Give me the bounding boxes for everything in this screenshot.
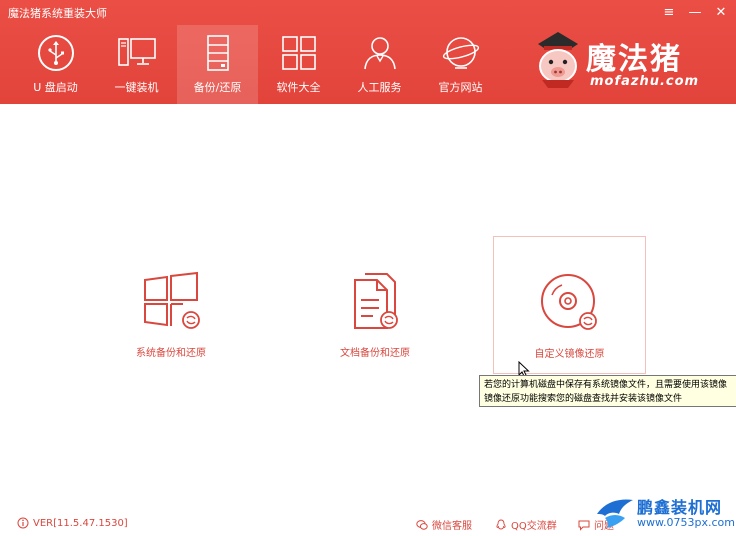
grid-icon	[281, 36, 316, 70]
person-icon	[363, 37, 396, 70]
watermark-url: www.0753px.com	[637, 516, 735, 529]
server-icon	[206, 35, 229, 71]
logo-text: 魔法猪	[586, 42, 682, 77]
nav-software-label: 软件大全	[276, 81, 321, 94]
globe-icon	[442, 37, 479, 69]
system-backup-label: 系统备份和还原	[136, 348, 206, 359]
watermark-text: 鹏鑫装机网	[637, 498, 723, 517]
windows-restore-icon	[144, 271, 200, 329]
version-text: VER[11.5.47.1530]	[33, 517, 128, 529]
window-title: 魔法猪系统重装大师	[8, 7, 107, 20]
qq-group-label: QQ交流群	[511, 521, 557, 532]
info-icon	[17, 517, 29, 529]
nav-backup-restore-label: 备份/还原	[193, 81, 242, 94]
chat-bubble-icon	[578, 520, 590, 531]
nav-human-service[interactable]: 人工服务	[339, 25, 420, 104]
minimize-button[interactable]: —	[688, 3, 702, 23]
usb-icon	[37, 35, 74, 71]
wechat-service-link[interactable]: 微信客服	[416, 517, 472, 532]
monitor-icon	[117, 38, 156, 66]
tooltip-line-1: 若您的计算机磁盘中保存有系统镜像文件，且需要使用该镜像	[484, 380, 728, 390]
version-info: VER[11.5.47.1530]	[17, 517, 128, 529]
nav-one-click-install-label: 一键装机	[114, 81, 159, 94]
tooltip: 若您的计算机磁盘中保存有系统镜像文件，且需要使用该镜像 镜像还原功能搜索您的磁盘…	[479, 375, 736, 407]
wechat-service-label: 微信客服	[432, 521, 472, 532]
nav-usb-boot-label: U 盘启动	[33, 81, 78, 94]
nav-official-site-label: 官方网站	[438, 81, 483, 94]
eagle-logo-icon	[597, 499, 633, 528]
logo-subtitle: mofazhu.com	[590, 74, 700, 89]
nav-usb-boot[interactable]: U 盘启动	[15, 25, 96, 104]
menu-button[interactable]: ≡	[662, 3, 676, 23]
document-backup-card[interactable]: 文档备份和还原	[330, 270, 420, 359]
close-button[interactable]: ✕	[714, 3, 728, 23]
watermark: 鹏鑫装机网 www.0753px.com	[595, 492, 736, 536]
main-nav: U 盘启动 一键装机 备份/还原 软件大全 人工服务 官方网站	[15, 25, 501, 104]
document-restore-icon	[354, 273, 398, 329]
wechat-icon	[416, 519, 428, 530]
nav-human-service-label: 人工服务	[357, 81, 402, 94]
qq-icon	[496, 519, 506, 529]
custom-image-restore-card[interactable]: 自定义镜像还原	[493, 236, 646, 374]
document-backup-label: 文档备份和还原	[340, 348, 410, 359]
custom-image-restore-label: 自定义镜像还原	[534, 349, 605, 360]
tooltip-line-2: 镜像还原功能搜索您的磁盘查找并安装该镜像文件	[484, 394, 683, 404]
window-controls: ≡ — ✕	[662, 3, 728, 23]
app-header: 魔法猪系统重装大师 ≡ — ✕ U 盘启动 一键装机 备份/还原 软件大全 人工…	[0, 0, 736, 104]
nav-official-site[interactable]: 官方网站	[420, 25, 501, 104]
brand-logo: 魔法猪 mofazhu.com	[530, 30, 725, 92]
qq-group-link[interactable]: QQ交流群	[495, 517, 557, 532]
pig-mascot-icon	[538, 32, 578, 88]
system-backup-card[interactable]: 系统备份和还原	[126, 270, 216, 359]
nav-backup-restore[interactable]: 备份/还原	[177, 25, 258, 104]
nav-one-click-install[interactable]: 一键装机	[96, 25, 177, 104]
nav-software[interactable]: 软件大全	[258, 25, 339, 104]
disc-restore-icon	[540, 274, 597, 330]
